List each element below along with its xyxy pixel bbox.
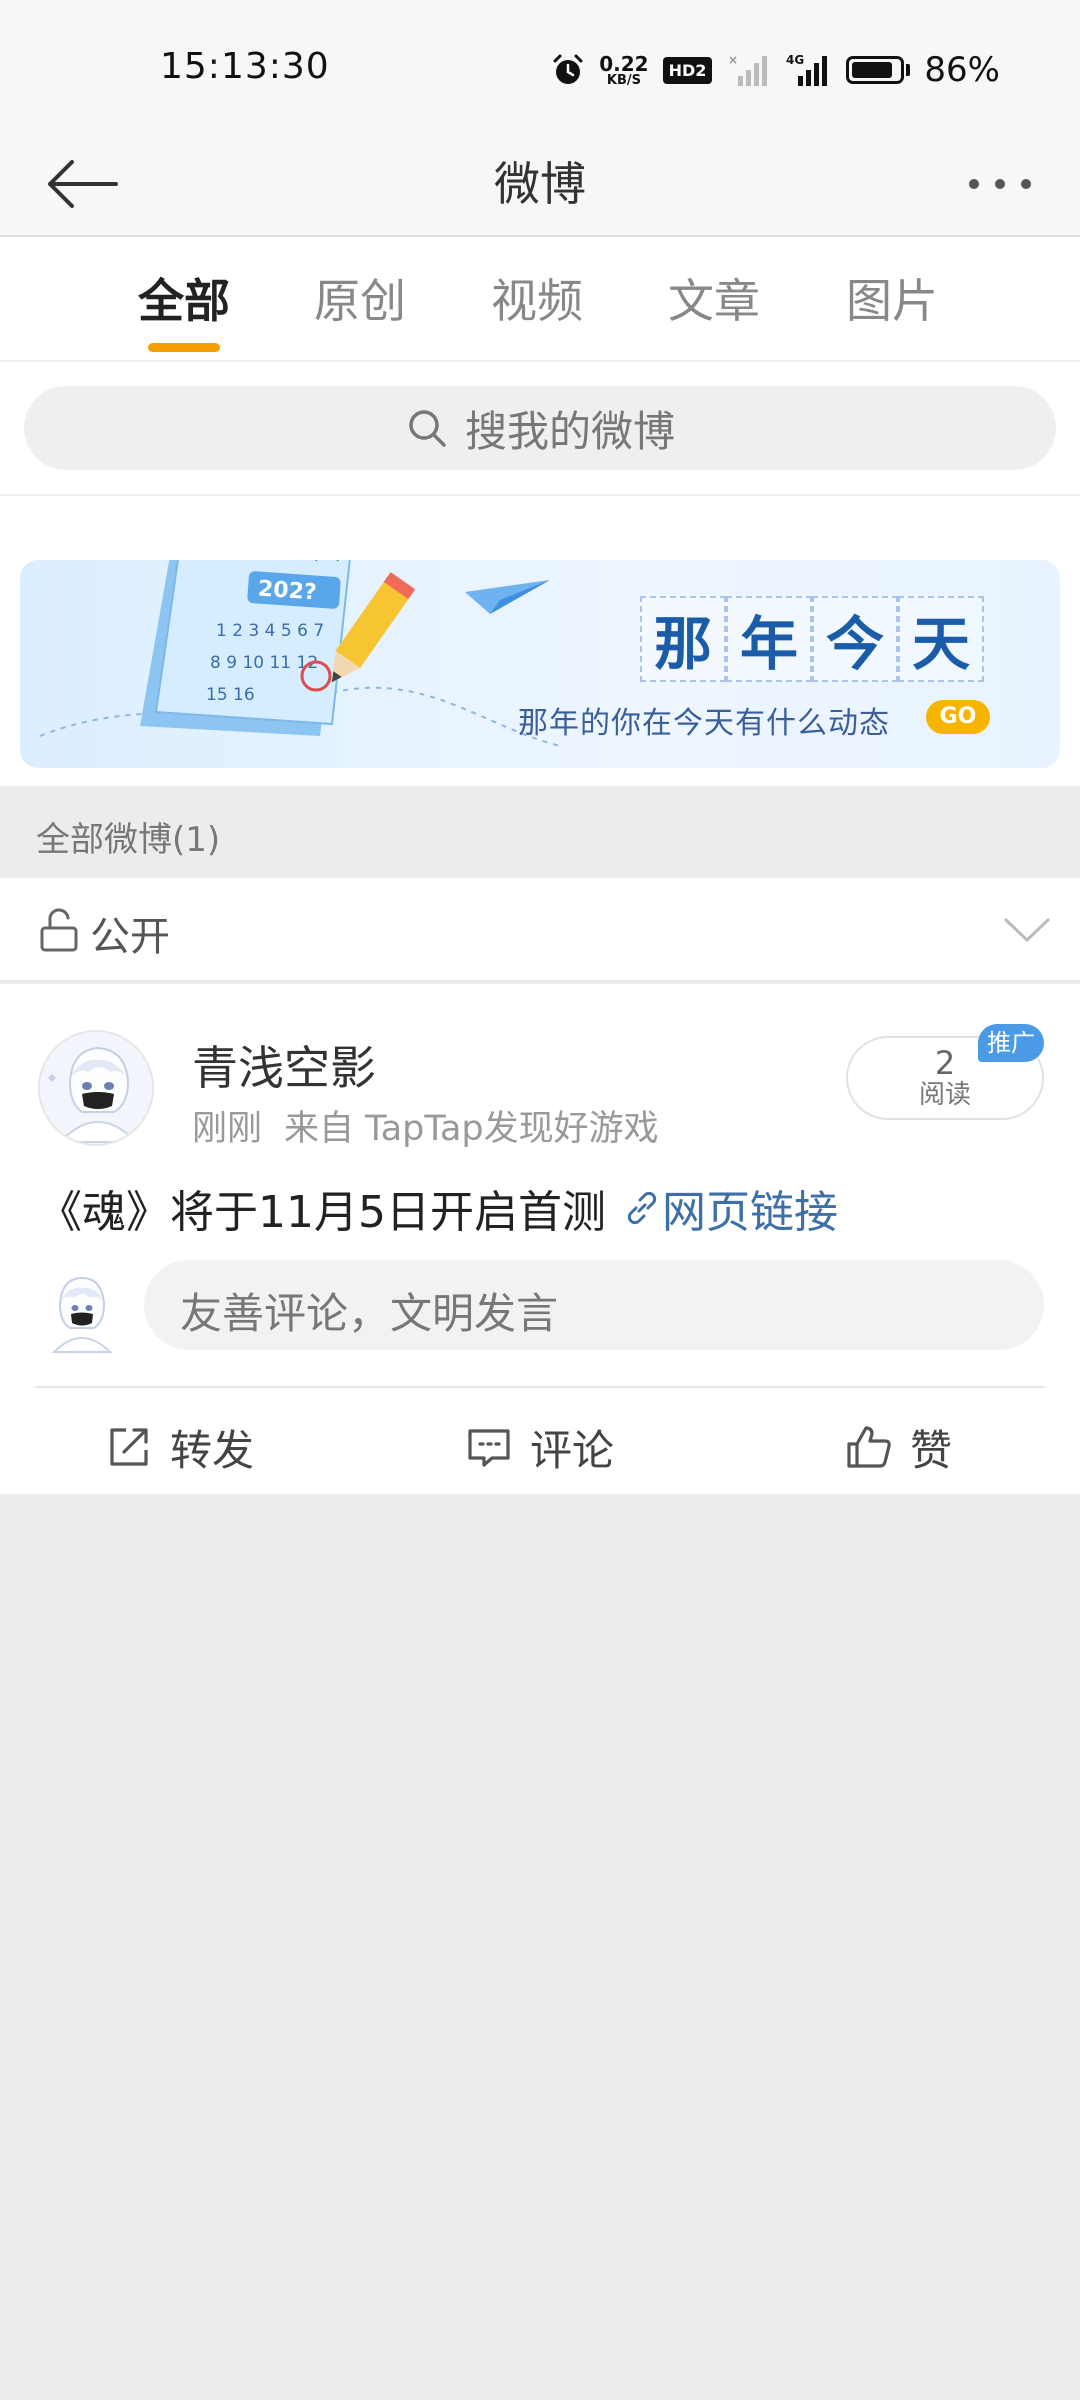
comment-icon: [468, 1429, 510, 1467]
divider: [36, 1386, 1044, 1388]
hd-badge: HD2: [662, 56, 713, 84]
visibility-label: 公开: [90, 914, 170, 960]
tab-all[interactable]: 全部: [114, 265, 254, 331]
signal-sim1-icon: ×: [728, 53, 768, 86]
section-header-label: 全部微博(1): [36, 820, 221, 860]
battery-fill: [852, 62, 892, 78]
like-button[interactable]: 赞: [844, 1404, 952, 1490]
banner-title-char: 天: [898, 596, 984, 682]
battery-percent: 86%: [924, 50, 1000, 90]
signal-sim2-icon: 4G: [786, 53, 828, 86]
network-speed-value: 0.22: [599, 51, 649, 76]
search-input[interactable]: 搜我的微博: [24, 386, 1056, 470]
page-title: 微博: [494, 157, 586, 211]
nav-bar: 微博: [0, 132, 1080, 237]
banner-go-button[interactable]: GO: [926, 700, 990, 734]
banner-subtitle: 那年的你在今天有什么动态: [518, 706, 890, 741]
search-placeholder: 搜我的微博: [464, 406, 675, 456]
svg-text:15 16: 15 16: [206, 685, 255, 705]
on-this-day-banner[interactable]: 202? 1 2 3 4 5 6 7 8 9 10 11 12 15 16 那 …: [20, 560, 1060, 768]
post-card: 青浅空影 刚刚 来自 TapTap发现好游戏 2 阅读 推广 《魂》将于11月5日…: [0, 984, 1080, 1494]
signal-4g-label: 4G: [786, 53, 804, 67]
banner-area: 202? 1 2 3 4 5 6 7 8 9 10 11 12 15 16 那 …: [0, 496, 1080, 786]
search-icon: [409, 410, 446, 447]
network-speed-unit: KB/S: [606, 72, 641, 88]
status-icons: 0.22 KB/S HD2 × 4G 86%: [551, 48, 1000, 92]
post-username[interactable]: 青浅空影: [192, 1032, 376, 1098]
status-time: 15:13:30: [160, 46, 330, 87]
visibility-filter[interactable]: 公开: [0, 878, 1080, 982]
calendar-year-label: 202?: [257, 577, 317, 606]
unlock-icon: [40, 908, 78, 952]
repost-label: 转发: [170, 1425, 255, 1475]
status-bar: 15:13:30 0.22 KB/S HD2 × 4G 86%: [0, 0, 1080, 132]
svg-text:×: ×: [728, 53, 738, 67]
tab-image[interactable]: 图片: [822, 265, 962, 331]
post-time: 刚刚: [192, 1109, 263, 1149]
comment-label: 评论: [530, 1425, 615, 1475]
tab-article[interactable]: 文章: [644, 265, 784, 331]
banner-title: 那 年 今 天: [640, 596, 984, 682]
chevron-down-icon[interactable]: [1002, 912, 1052, 946]
like-label: 赞: [910, 1425, 953, 1475]
promo-badge[interactable]: 推广: [978, 1024, 1044, 1062]
post-source: 来自 TapTap发现好游戏: [284, 1109, 659, 1149]
banner-title-char: 年: [726, 596, 812, 682]
avatar-image: [40, 1032, 152, 1144]
search-area: 搜我的微博: [0, 362, 1080, 496]
comment-row: 友善评论，文明发言: [0, 1260, 1080, 1360]
thumbs-up-icon: [847, 1426, 891, 1468]
tab-video[interactable]: 视频: [467, 265, 607, 331]
arrow-left-icon[interactable]: [42, 144, 122, 224]
comment-input[interactable]: 友善评论，文明发言: [144, 1260, 1044, 1350]
alarm-icon: [553, 54, 583, 84]
comment-placeholder: 友善评论，文明发言: [180, 1289, 559, 1338]
repost-button[interactable]: 转发: [104, 1404, 254, 1490]
filter-tabs: 全部 原创 视频 文章 图片: [0, 237, 1080, 362]
post-text: 《魂》将于11月5日开启首测: [38, 1187, 606, 1238]
banner-title-char: 那: [640, 596, 726, 682]
read-label: 阅读: [918, 1080, 971, 1110]
post-content: 《魂》将于11月5日开启首测 网页链接: [38, 1176, 838, 1240]
post-meta: 刚刚 来自 TapTap发现好游戏: [192, 1100, 659, 1151]
section-header: 全部微博(1): [0, 786, 1080, 878]
more-dots-icon[interactable]: [960, 162, 1040, 206]
tab-active-indicator: [148, 343, 220, 352]
calendar-illustration: 202? 1 2 3 4 5 6 7 8 9 10 11 12 15 16: [39, 560, 561, 747]
comment-button[interactable]: 评论: [464, 1404, 614, 1490]
share-icon: [110, 1428, 148, 1466]
battery-icon: [846, 56, 911, 84]
banner-title-char: 今: [812, 596, 898, 682]
link-icon: [627, 1191, 657, 1225]
svg-text:1 2 3 4 5 6 7: 1 2 3 4 5 6 7: [216, 621, 324, 641]
network-speed: 0.22 KB/S: [599, 54, 648, 87]
empty-area: [0, 1494, 1080, 2400]
web-link[interactable]: 网页链接: [662, 1176, 838, 1240]
comment-avatar: [51, 1276, 113, 1353]
tab-original[interactable]: 原创: [290, 265, 430, 331]
avatar[interactable]: [38, 1030, 154, 1146]
